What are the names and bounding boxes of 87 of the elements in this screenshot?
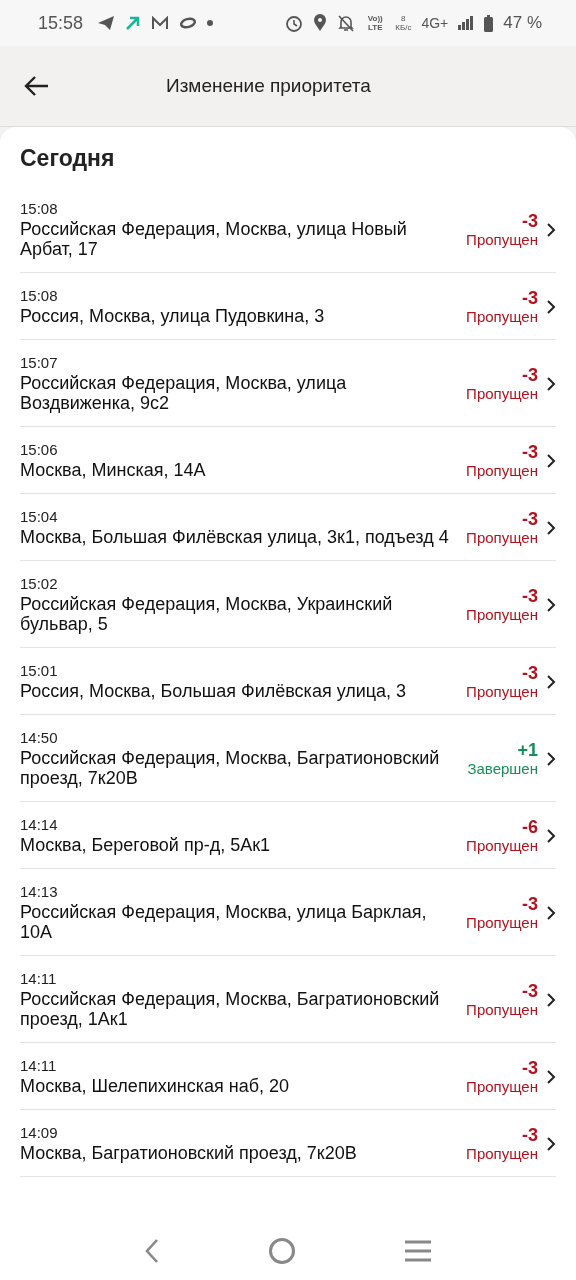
priority-change: -3	[521, 509, 538, 529]
chevron-right-icon	[546, 1068, 556, 1085]
entry-address: Москва, Багратионовский проезд, 7к20В	[20, 1143, 358, 1163]
menu-icon	[404, 1239, 432, 1263]
arrow-icon	[125, 15, 142, 31]
dot-icon	[207, 20, 214, 26]
network-type: 4G+	[421, 15, 449, 31]
back-icon	[144, 1238, 160, 1264]
priority-change: -3	[521, 981, 538, 1001]
alarm-icon	[285, 14, 304, 32]
entry-status: Пропущен	[466, 529, 538, 546]
entry-time: 14:09	[20, 1124, 59, 1141]
entry-status: Пропущен	[466, 1145, 538, 1162]
home-circle-icon	[268, 1237, 296, 1265]
entry-time: 15:01	[20, 662, 59, 679]
entry-time: 14:11	[20, 1057, 58, 1074]
entry-address: Россия, Москва, Большая Филёвская улица, 3	[20, 681, 408, 701]
priority-change: -3	[521, 288, 538, 308]
send-icon	[97, 15, 116, 31]
priority-change: -3	[521, 1058, 538, 1078]
entry-address: Российская Федерация, Москва, Багратионовский проезд, 7к20В	[20, 748, 441, 788]
entry-address: Россия, Москва, улица Пудовкина, 3	[20, 306, 326, 326]
chevron-right-icon	[546, 673, 556, 690]
entry-status: Пропущен	[466, 385, 538, 402]
chevron-right-icon	[546, 452, 556, 469]
priority-change: -3	[521, 365, 538, 385]
entry-status: Пропущен	[466, 606, 538, 623]
priority-change: -3	[521, 663, 538, 683]
chevron-right-icon	[546, 991, 556, 1008]
ring-icon	[179, 17, 198, 29]
entry-time: 15:04	[20, 508, 59, 525]
entry-status: Пропущен	[466, 308, 538, 325]
priority-change: -3	[521, 586, 538, 606]
entry-status: Пропущен	[466, 1001, 538, 1018]
entry-time: 14:13	[20, 883, 59, 900]
entry-status: Пропущен	[466, 683, 538, 700]
entry-status: Пропущен	[466, 1078, 538, 1095]
entry-address: Российская Федерация, Москва, Багратионовский проезд, 1Ак1	[20, 989, 441, 1029]
priority-change: -3	[521, 894, 538, 914]
battery-icon	[484, 14, 494, 32]
entry-time: 15:06	[20, 441, 59, 458]
entry-status: Завершен	[467, 760, 538, 777]
location-icon	[313, 14, 328, 32]
mail-icon	[151, 16, 170, 30]
priority-change: -3	[521, 1125, 538, 1145]
status-time: 15:58	[38, 12, 84, 34]
entry-time: 14:14	[20, 816, 59, 833]
chevron-right-icon	[546, 298, 556, 315]
entry-status: Пропущен	[466, 837, 538, 854]
chevron-right-icon	[546, 827, 556, 844]
entry-status: Пропущен	[466, 914, 538, 931]
entry-address: Российская Федерация, Москва, Украинский бульвар, 5	[20, 594, 394, 634]
chevron-right-icon	[546, 750, 556, 767]
chevron-right-icon	[546, 904, 556, 921]
chevron-right-icon	[546, 596, 556, 613]
entry-time: 15:07	[20, 354, 59, 371]
signal-icon	[458, 15, 475, 31]
section-heading: Сегодня	[20, 145, 116, 172]
chevron-right-icon	[546, 1135, 556, 1152]
speed-unit: КБ/с	[395, 23, 412, 32]
speed-value: 8	[400, 14, 407, 23]
priority-change: -3	[521, 211, 538, 231]
entry-address: Российская Федерация, Москва, улица Воздвиженка, 9с2	[20, 373, 348, 413]
entry-time: 15:08	[20, 287, 59, 304]
entry-address: Российская Федерация, Москва, улица Барклая, 10А	[20, 902, 428, 942]
entry-time: 14:11	[20, 970, 58, 987]
priority-change: -6	[521, 817, 538, 837]
priority-change: +1	[516, 740, 538, 760]
entry-status: Пропущен	[466, 231, 538, 248]
back-arrow-icon	[24, 75, 50, 97]
entry-time: 14:50	[20, 729, 59, 746]
screen-title: Изменение приоритета	[166, 75, 371, 97]
muted-bell-icon	[337, 14, 356, 32]
priority-change: -3	[521, 442, 538, 462]
entry-time: 15:02	[20, 575, 59, 592]
entry-status: Пропущен	[466, 462, 538, 479]
entry-address: Москва, Большая Филёвская улица, 3к1, подъезд 4	[20, 527, 450, 547]
chevron-right-icon	[546, 519, 556, 536]
entry-address: Москва, Минская, 14А	[20, 460, 207, 480]
entry-address: Москва, Береговой пр-д, 5Ак1	[20, 835, 272, 855]
volte-label: Vo)) LTE	[366, 14, 384, 32]
chevron-right-icon	[546, 375, 556, 392]
entry-time: 15:08	[20, 200, 59, 217]
battery-percent: 47 %	[503, 13, 542, 33]
entry-address: Российская Федерация, Москва, улица Новый Арбат, 17	[20, 219, 408, 259]
entry-address: Москва, Шелепихинская наб, 20	[20, 1076, 290, 1096]
chevron-right-icon	[546, 221, 556, 238]
